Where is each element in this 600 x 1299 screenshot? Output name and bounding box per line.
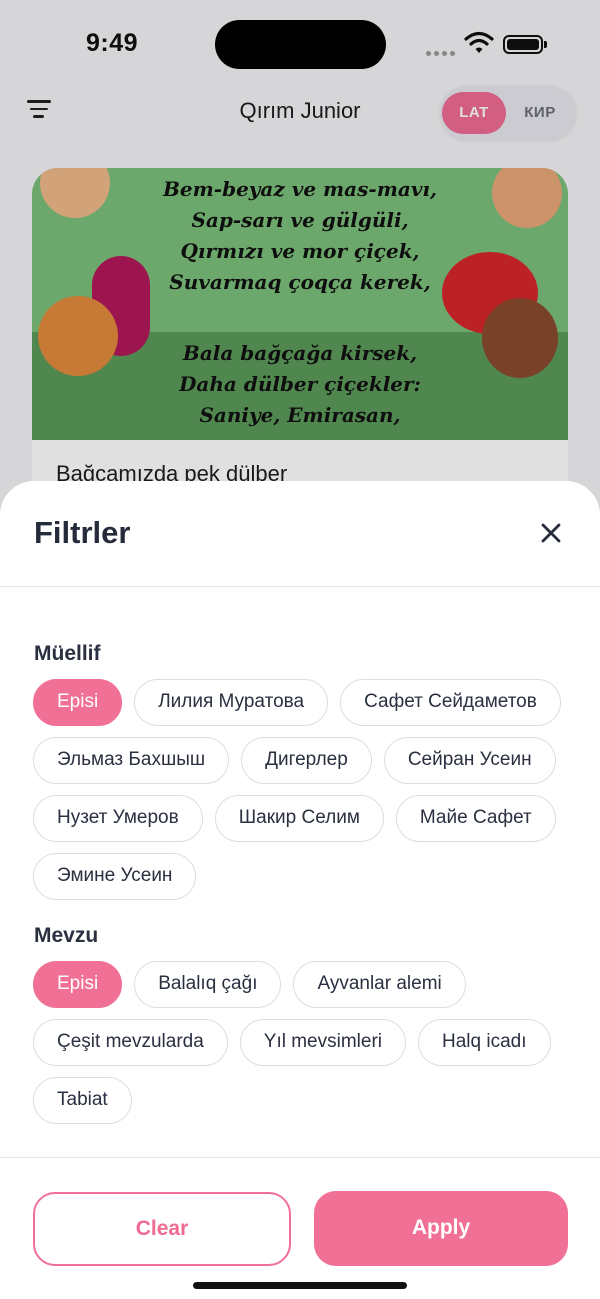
author-chip-group: Episi Лилия Муратова Сафет Сейдаметов Эльма…: [33, 679, 573, 911]
topic-chip[interactable]: Çeşit mevzularda: [33, 1019, 228, 1066]
close-icon[interactable]: [536, 518, 566, 548]
author-chip[interactable]: Дигерлер: [241, 737, 372, 784]
topic-chip[interactable]: Episi: [33, 961, 123, 1008]
sheet-title: Filtrler: [34, 515, 131, 550]
filter-sheet: Filtrler Müellif Episi Лилия Муратова Сафе…: [0, 481, 600, 1299]
topic-chip[interactable]: Ayvanlar alemi: [293, 961, 466, 1008]
author-chip[interactable]: Episi: [33, 679, 123, 726]
topic-chip[interactable]: Tabiat: [33, 1077, 132, 1124]
home-indicator[interactable]: [193, 1282, 407, 1289]
author-section-label: Müellif: [34, 642, 101, 665]
topic-section-label: Mevzu: [34, 924, 99, 947]
topic-chip-group: Episi Balalıq çağı Ayvanlar alemi Çeşit mev…: [33, 961, 573, 1135]
clear-button[interactable]: Clear: [33, 1192, 291, 1266]
topic-chip[interactable]: Balalıq çağı: [134, 961, 282, 1008]
author-chip[interactable]: Эмине Усеин: [33, 853, 197, 900]
topic-chip[interactable]: Halq icadı: [418, 1019, 551, 1066]
apply-button[interactable]: Apply: [314, 1191, 568, 1266]
author-chip[interactable]: Шакир Селим: [214, 795, 384, 842]
author-chip[interactable]: Лилия Муратова: [134, 679, 329, 726]
author-chip[interactable]: Сейран Усеин: [383, 737, 556, 784]
topic-chip[interactable]: Yıl mevsimleri: [239, 1019, 407, 1066]
author-chip[interactable]: Майе Сафет: [395, 795, 556, 842]
author-chip[interactable]: Эльмаз Бахшыш: [33, 737, 230, 784]
sheet-footer: Clear Apply: [0, 1157, 600, 1299]
author-chip[interactable]: Нузет Умеров: [33, 795, 203, 842]
sheet-header: Filtrler: [0, 481, 600, 587]
author-chip[interactable]: Сафет Сейдаметов: [340, 679, 561, 726]
